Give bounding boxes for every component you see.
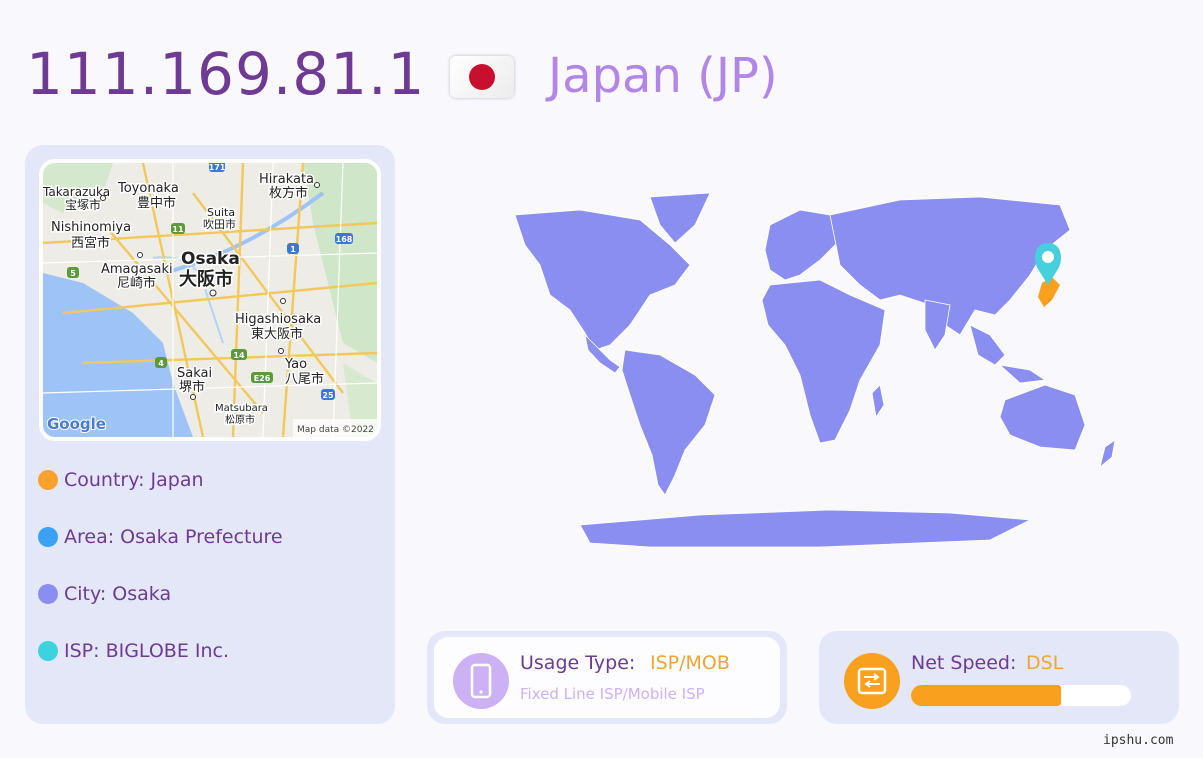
- info-isp: ISP: BIGLOBE Inc.: [38, 640, 229, 662]
- route-badge: 1: [290, 245, 296, 254]
- map-label: 西宮市: [71, 235, 110, 251]
- map-label: Nishinomiya: [51, 220, 131, 235]
- info-country: Country: Japan: [38, 469, 204, 491]
- info-area-label: Area: Osaka Prefecture: [64, 526, 283, 548]
- map-label: 宝塚市: [65, 197, 101, 212]
- location-map[interactable]: 171 11 1 168 5 4 14 E26 25 Takarazuka 宝塚…: [39, 159, 381, 441]
- map-label: Sakai: [177, 366, 212, 381]
- map-label: 吹田市: [203, 217, 236, 231]
- mobile-phone-icon: [453, 653, 509, 709]
- isp-bullet-icon: [38, 641, 58, 661]
- usage-type-description: Fixed Line ISP/Mobile ISP: [520, 685, 705, 703]
- map-label: Higashiosaka: [235, 312, 321, 327]
- map-label: Amagasaki: [101, 262, 173, 277]
- map-label: 大阪市: [179, 268, 233, 290]
- info-area: Area: Osaka Prefecture: [38, 526, 283, 548]
- city-bullet-icon: [38, 584, 58, 604]
- hard-drive-icon: [844, 653, 900, 709]
- map-label: Toyonaka: [117, 181, 179, 196]
- route-badge: 11: [172, 225, 184, 234]
- map-label: Takarazuka: [43, 185, 110, 199]
- route-badge: 4: [158, 359, 164, 368]
- net-speed-value: DSL: [1026, 652, 1064, 674]
- map-label: 枚方市: [269, 185, 308, 201]
- usage-type-label: Usage Type:: [520, 652, 636, 674]
- country-bullet-icon: [38, 470, 58, 490]
- site-watermark: ipshu.com: [1103, 733, 1174, 748]
- map-label: Hirakata: [259, 172, 314, 187]
- map-label: Yao: [284, 357, 307, 372]
- country-title: Japan (JP): [548, 48, 778, 104]
- map-pin-icon: [1035, 243, 1061, 285]
- route-badge: 25: [322, 391, 334, 400]
- info-isp-label: ISP: BIGLOBE Inc.: [64, 640, 229, 662]
- info-city: City: Osaka: [38, 583, 171, 605]
- usage-type-card: Usage Type: ISP/MOB Fixed Line ISP/Mobil…: [427, 631, 787, 724]
- route-badge: 168: [336, 235, 353, 244]
- map-label: 八尾市: [285, 371, 324, 387]
- map-label: 東大阪市: [251, 326, 303, 342]
- route-badge: 171: [209, 163, 226, 172]
- ip-address: 111.169.81.1: [26, 40, 426, 108]
- net-speed-bar-fill: [911, 685, 1061, 706]
- google-logo: Google: [47, 415, 106, 433]
- net-speed-label: Net Speed:: [911, 652, 1017, 674]
- map-label: 豊中市: [137, 195, 176, 211]
- usage-type-value: ISP/MOB: [650, 652, 730, 674]
- info-country-label: Country: Japan: [64, 469, 204, 491]
- info-city-label: City: Osaka: [64, 583, 172, 605]
- map-label: 堺市: [179, 379, 205, 395]
- world-map: [500, 185, 1150, 559]
- map-label: 松原市: [225, 413, 255, 426]
- area-bullet-icon: [38, 527, 58, 547]
- map-label: Osaka: [181, 249, 240, 269]
- net-speed-card: Net Speed: DSL: [819, 631, 1179, 724]
- route-badge: 5: [70, 269, 76, 278]
- japan-flag-icon: [450, 56, 514, 98]
- route-badge: E26: [254, 374, 271, 383]
- map-label: 尼崎市: [117, 275, 156, 291]
- map-label: Matsubara: [215, 403, 268, 414]
- route-badge: 14: [233, 351, 245, 360]
- net-speed-bar: [911, 685, 1131, 706]
- map-attribution: Map data ©2022: [297, 425, 374, 435]
- location-card: 171 11 1 168 5 4 14 E26 25 Takarazuka 宝塚…: [25, 145, 395, 724]
